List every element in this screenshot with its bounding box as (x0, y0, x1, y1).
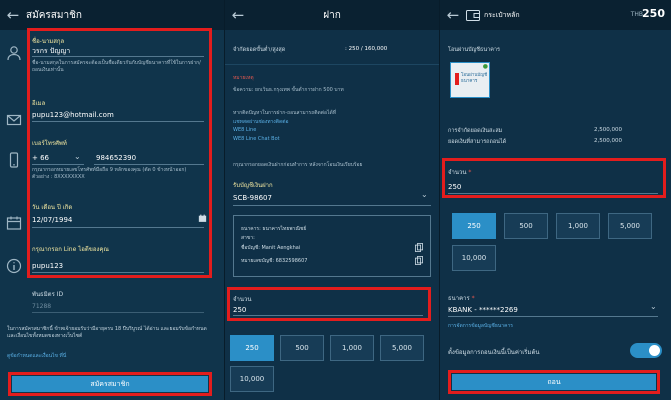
quick-amount-5000[interactable]: 5,000 (380, 335, 424, 361)
chevron-down-icon[interactable]: ⌄ (650, 302, 657, 311)
copy-icon[interactable] (415, 243, 423, 252)
chevron-down-icon[interactable]: ⌄ (421, 190, 428, 199)
copy-icon[interactable] (415, 256, 423, 265)
manage-bank-link[interactable]: การจัดการข้อมูลบัญชีธนาคาร (448, 322, 513, 330)
mail-icon (6, 114, 22, 126)
notice-title: หมายเหตุ (233, 75, 254, 81)
terms-text: ในการสมัครสมาชิกนี้ ข้าพเจ้ายอมรับว่ามีอ… (7, 326, 207, 339)
quick-amount-10000[interactable]: 10,000 (230, 366, 274, 392)
withdraw-panel: ← กระเป๋าหลัก THB 250 โอนผ่านบัญชีธนาคาร… (439, 0, 671, 400)
deposit-panel: ← ฝาก จำกัดยอดขั้นต่ำ/สูงสุด : 250 / 160… (224, 0, 439, 400)
phone-icon (9, 152, 19, 168)
highlight-submit (448, 370, 660, 394)
wallet-title: กระเป๋าหลัก (484, 10, 520, 19)
default-toggle[interactable] (630, 343, 662, 358)
contact-link-live-chat[interactable]: แชทสดผ่านช่องทางติดต่อ (233, 118, 289, 126)
quick-amount-1000[interactable]: 1,000 (556, 213, 600, 239)
deposit-header: ← ฝาก (225, 0, 439, 30)
highlight-amount (442, 158, 666, 198)
calendar-icon (6, 216, 22, 230)
quick-amount-500[interactable]: 500 (280, 335, 324, 361)
notice-text-1: ข้อความ: ยกเว้นธ.กรุงเทพ ขั้นต่ำการฝาก 5… (233, 87, 344, 93)
back-arrow-icon[interactable]: ← (0, 6, 26, 24)
page-title: สมัครสมาชิก (26, 9, 82, 21)
minmax-value: : 250 / 160,000 (345, 46, 388, 52)
bank-label: ธนาคาร * (448, 295, 475, 302)
limit-label: การจำกัดยอดเงินสะสม (448, 128, 503, 134)
withdrawable-value: 2,500,000 (594, 138, 622, 144)
toggle-knob (649, 345, 660, 356)
bank-name: ธนาคาร: ธนาคารไทยพาณิชย์ (241, 226, 307, 232)
selected-check-icon: ● (482, 63, 488, 70)
register-header: ← สมัครสมาชิก (0, 0, 224, 30)
page-title: ฝาก (323, 9, 341, 21)
register-panel: ← สมัครสมาชิก ชื่อ-นามสกุล วรกร ปัญญา ชื… (0, 0, 224, 400)
receive-account-select[interactable]: SCB-98607 (233, 194, 272, 202)
notice-text-3: กรุณากรอกยอดเงินฝากก่อนทำการ หลังจากโอนเ… (233, 162, 363, 168)
withdrawable-label: ยอดเงินที่สามารถถอนได้ (448, 139, 507, 145)
highlight-amount (227, 287, 431, 321)
bank-tile-label: โอนผ่านบัญชีธนาคาร (461, 73, 488, 84)
notice-text-2: หากติดปัญหาในการฝาก-ถอนสามารถติดต่อได้ที… (233, 110, 337, 116)
quick-amount-5000[interactable]: 5,000 (608, 213, 652, 239)
receive-account-label: รับบัญชีเงินฝาก (233, 182, 273, 189)
account-number: หมายเลขบัญชี: 6832598607 (241, 258, 308, 264)
user-icon (7, 46, 21, 61)
terms-link[interactable]: ดูข้อกำหนดและเงื่อนไข ที่นี่ (7, 352, 66, 360)
highlight-submit (8, 372, 212, 396)
quick-amount-250[interactable]: 250 (452, 213, 496, 239)
contact-link-line-bot[interactable]: WE8 Line Chat Bot (233, 136, 280, 142)
balance-value: 250 (642, 7, 665, 20)
info-icon (6, 258, 22, 274)
wallet-icon (466, 9, 480, 21)
withdraw-header: ← กระเป๋าหลัก THB 250 (440, 0, 671, 30)
bank-account-select[interactable]: KBANK - ******2269 (448, 306, 518, 314)
contact-link-line[interactable]: WE8 Line (233, 127, 256, 133)
transfer-method-label: โอนผ่านบัญชีธนาคาร (448, 47, 500, 53)
account-name: ชื่อบัญชี: Manit Aengkhai (241, 245, 301, 251)
partner-id-label: พันธมิตร ID (32, 291, 64, 298)
quick-amount-250[interactable]: 250 (230, 335, 274, 361)
bank-logo-icon (455, 73, 459, 85)
bank-branch: สาขา: (241, 235, 255, 241)
highlight-form-fields (27, 28, 212, 278)
minmax-label: จำกัดยอดขั้นต่ำ/สูงสุด (233, 47, 286, 53)
limit-value: 2,500,000 (594, 127, 622, 133)
bank-transfer-tile[interactable]: โอนผ่านบัญชีธนาคาร ● (450, 62, 490, 98)
default-toggle-label: ตั้งข้อมูลการถอนเงินนี้เป็นค่าเริ่มต้น (448, 349, 540, 356)
quick-amount-500[interactable]: 500 (504, 213, 548, 239)
quick-amount-1000[interactable]: 1,000 (330, 335, 374, 361)
partner-id-field[interactable]: 71288 (32, 303, 51, 310)
quick-amount-10000[interactable]: 10,000 (452, 245, 496, 271)
back-arrow-icon[interactable]: ← (440, 6, 466, 24)
